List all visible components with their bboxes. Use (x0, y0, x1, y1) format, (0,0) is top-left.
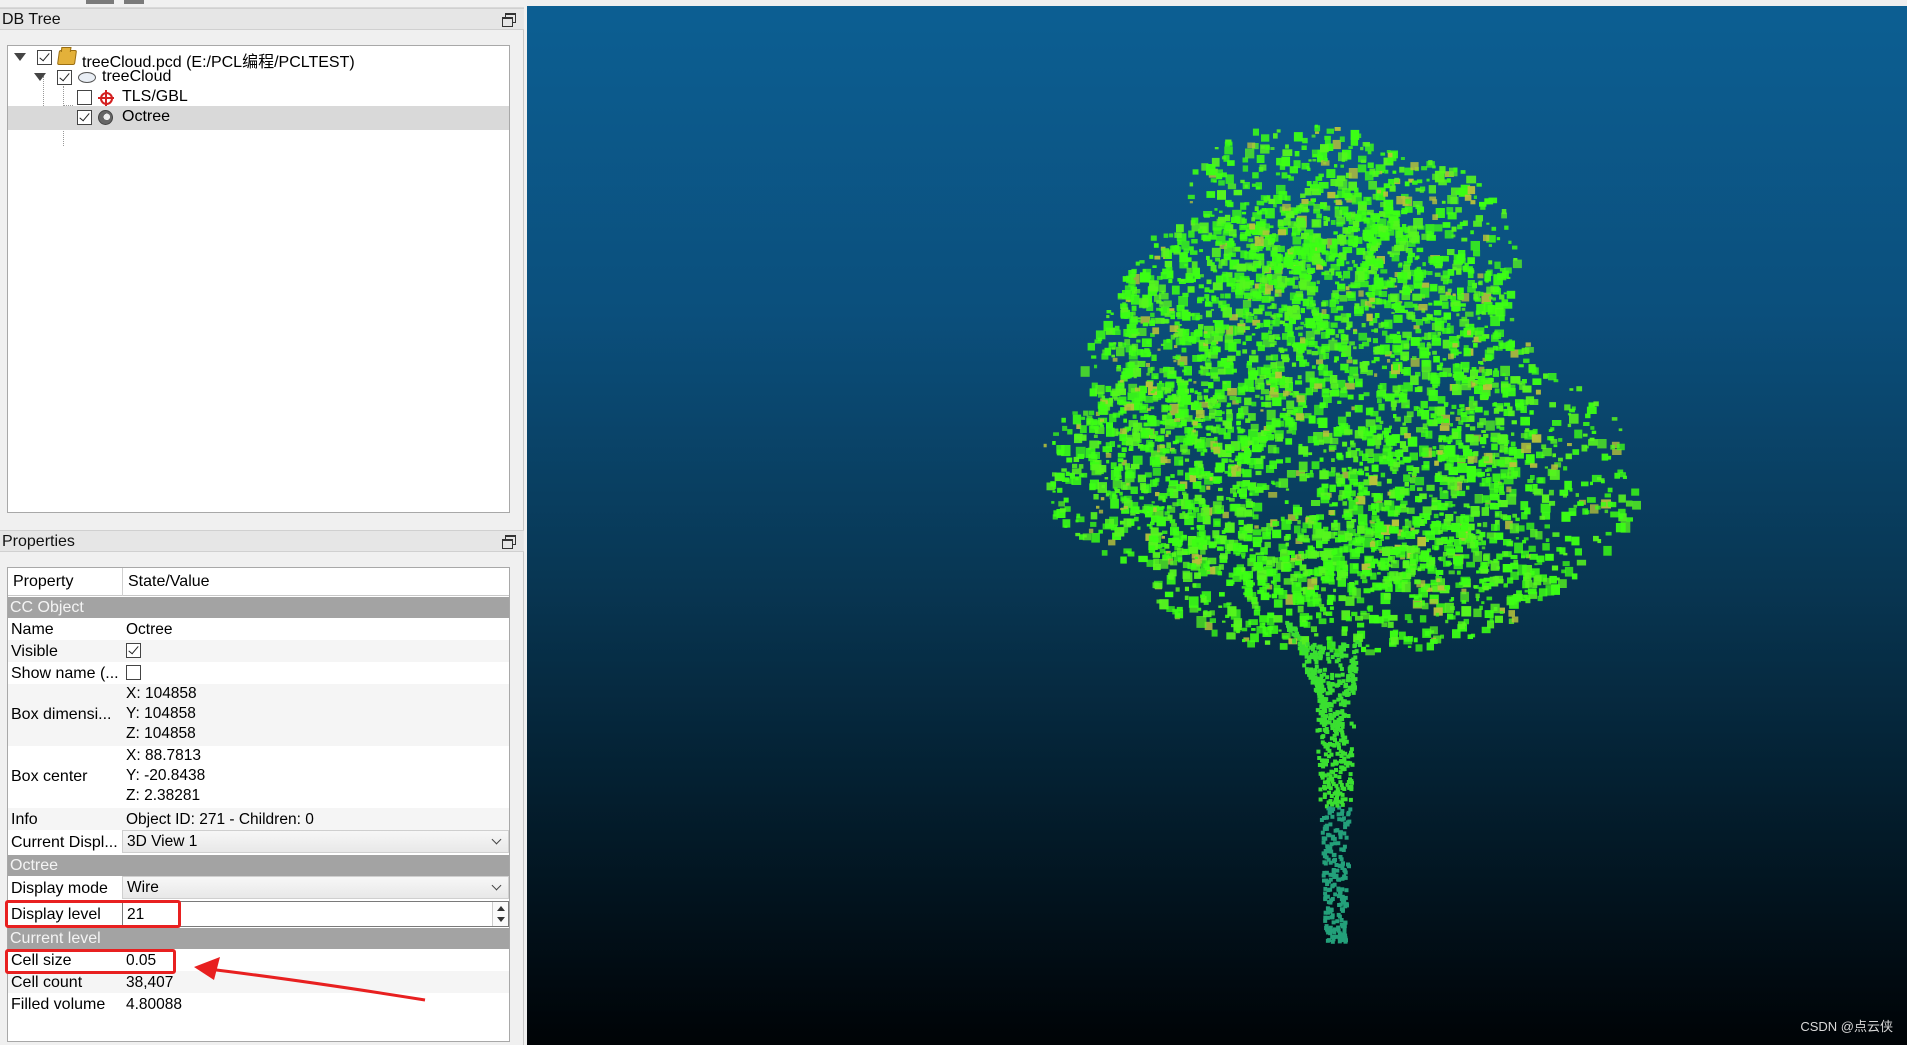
row-visible: Visible (8, 640, 509, 662)
visibility-checkbox[interactable] (77, 110, 92, 125)
prop-key: Display mode (11, 880, 108, 897)
row-display-level: Display level 21 (8, 901, 509, 927)
prop-key: Info (11, 811, 38, 828)
column-header-value[interactable]: State/Value (128, 573, 210, 591)
section-octree: Octree (8, 855, 509, 876)
box-center-x: X: 88.7813 (126, 747, 201, 764)
db-tree-title-bar: DB Tree (0, 8, 524, 30)
box-dim-z: Z: 104858 (126, 725, 196, 742)
section-current-level: Current level (8, 928, 509, 949)
row-info: Info Object ID: 271 - Children: 0 (8, 808, 509, 830)
prop-key: Filled volume (11, 996, 106, 1013)
visibility-checkbox[interactable] (77, 90, 92, 105)
properties-title: Properties (2, 533, 75, 550)
point-cloud-render (1043, 124, 1641, 944)
row-cell-size: Cell size 0.05 (8, 949, 509, 971)
spin-down-icon[interactable] (497, 917, 505, 922)
row-box-center: Box center X: 88.7813 Y: -20.8438 Z: 2.3… (8, 746, 509, 808)
prop-key: Current Displ... (11, 834, 118, 851)
toolbar-stub[interactable] (86, 0, 114, 4)
prop-key: Show name (... (11, 665, 119, 682)
box-center-y: Y: -20.8438 (126, 767, 206, 784)
float-dock-icon[interactable] (502, 13, 516, 27)
3d-view[interactable]: CSDN @点云侠 (527, 0, 1907, 1045)
visibility-checkbox[interactable] (37, 50, 52, 65)
box-dim-y: Y: 104858 (126, 705, 196, 722)
left-dock: DB Tree treeCloud.pcd (E:/PCL编程/PCLTEST)… (0, 0, 524, 1045)
row-cell-count: Cell count 38,407 (8, 971, 509, 993)
display-mode-combobox[interactable]: Wire (122, 876, 509, 899)
tree-points (1043, 124, 1641, 944)
prop-value-filled-volume: 4.80088 (126, 996, 183, 1013)
prop-key: Name (11, 621, 54, 638)
row-name: Name Octree (8, 618, 509, 640)
prop-value-info: Object ID: 271 - Children: 0 (126, 811, 314, 828)
expand-arrow-icon[interactable] (34, 73, 46, 81)
spin-value: 21 (127, 906, 145, 923)
toolbar-stub[interactable] (124, 0, 144, 4)
chevron-down-icon (491, 880, 502, 891)
octree-icon (98, 110, 113, 125)
column-header-property[interactable]: Property (13, 573, 73, 591)
row-box-dimensions: Box dimensi... X: 104858 Y: 104858 Z: 10… (8, 684, 509, 746)
tree-item-label: Octree (122, 108, 171, 125)
show-name-checkbox[interactable] (126, 665, 141, 680)
prop-key: Visible (11, 643, 58, 660)
combo-value: 3D View 1 (127, 833, 198, 850)
properties-header: Property State/Value (8, 568, 509, 596)
float-dock-icon[interactable] (502, 535, 516, 549)
current-display-combobox[interactable]: 3D View 1 (122, 830, 509, 853)
db-tree: treeCloud.pcd (E:/PCL编程/PCLTEST) treeClo… (7, 45, 510, 513)
prop-value-cell-size: 0.05 (126, 952, 157, 969)
spin-buttons[interactable] (492, 902, 508, 926)
chevron-down-icon (491, 834, 502, 845)
prop-value-cell-count: 38,407 (126, 974, 174, 991)
properties-table: Property State/Value CC Object Name Octr… (7, 567, 510, 1042)
point-cloud-icon (78, 72, 96, 83)
prop-key: Cell size (11, 952, 72, 969)
db-tree-title: DB Tree (2, 11, 61, 28)
visible-checkbox[interactable] (126, 643, 141, 658)
display-level-spinbox[interactable]: 21 (122, 901, 509, 927)
prop-key: Box center (11, 768, 88, 785)
visibility-checkbox[interactable] (57, 70, 72, 85)
row-show-name: Show name (... (8, 662, 509, 684)
box-dim-x: X: 104858 (126, 685, 197, 702)
target-icon (98, 90, 114, 106)
row-display-mode: Display mode Wire (8, 876, 509, 900)
tree-item-label: treeCloud (102, 68, 172, 85)
spin-up-icon[interactable] (497, 906, 505, 911)
column-separator (122, 568, 123, 596)
folder-icon (56, 50, 78, 65)
prop-value-name[interactable]: Octree (126, 621, 173, 639)
expand-arrow-icon[interactable] (14, 53, 26, 61)
toolbar-strip (0, 0, 524, 8)
box-center-z: Z: 2.38281 (126, 787, 201, 804)
tree-item-label: TLS/GBL (122, 88, 188, 105)
properties-title-bar: Properties (0, 530, 524, 552)
section-cc-object: CC Object (8, 597, 509, 618)
row-current-display: Current Displ... 3D View 1 (8, 830, 509, 854)
watermark: CSDN @点云侠 (1800, 1019, 1893, 1034)
tree-item-octree[interactable]: Octree (8, 106, 509, 130)
prop-key: Cell count (11, 974, 83, 991)
prop-key: Display level (11, 906, 101, 923)
row-filled-volume: Filled volume 4.80088 (8, 993, 509, 1015)
combo-value: Wire (127, 879, 159, 896)
prop-key: Box dimensi... (11, 706, 112, 723)
